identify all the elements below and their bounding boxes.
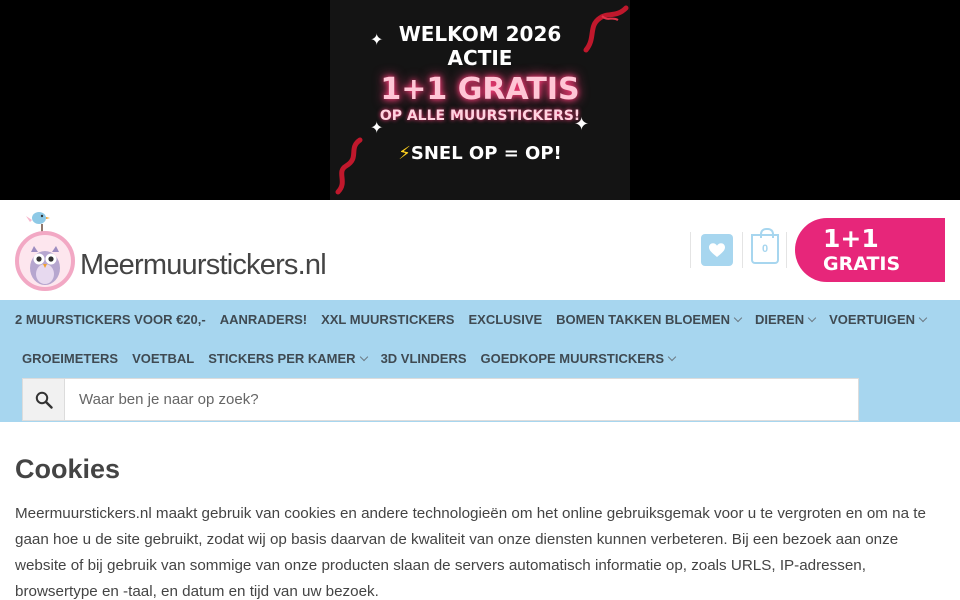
nav-item-voetbal[interactable]: VOETBAL	[132, 351, 194, 366]
top-promo-banner[interactable]: ✦ ✦ ✦ WELKOM 2026 ACTIE 1+1 GRATIS OP AL…	[0, 0, 960, 200]
nav-item-aanraders[interactable]: AANRADERS!	[220, 312, 307, 327]
promo-line-subtitle: OP ALLE MUURSTICKERS!	[379, 108, 581, 124]
page-title: Cookies	[15, 454, 121, 484]
search-icon	[35, 391, 53, 409]
logo-text: Meermuurstickers.nl	[80, 249, 327, 281]
nav-item-label: GROEIMETERS	[22, 351, 119, 366]
header-divider	[742, 232, 743, 268]
nav-item-label: STICKERS PER KAMER	[208, 351, 356, 366]
search-button[interactable]	[23, 379, 65, 420]
nav-item-label: 3D VLINDERS	[380, 351, 467, 366]
nav-item-exclusive[interactable]: EXCLUSIVE	[468, 312, 542, 327]
header-divider	[786, 232, 787, 268]
promo-badge-line2: GRATIS	[823, 253, 901, 275]
nav-item-dieren[interactable]: DIEREN	[754, 312, 817, 327]
nav-row-1: 2 MUURSTICKERS VOOR €20,- AANRADERS! XXL…	[15, 300, 940, 339]
promo-line-action: ACTIE	[447, 46, 513, 70]
nav-item-label: BOMEN TAKKEN BLOEMEN	[556, 312, 730, 327]
promo-badge-button[interactable]: 1+1 GRATIS	[795, 218, 945, 282]
promo-line-offer: 1+1 GRATIS	[380, 72, 580, 107]
nav-item-label: 2 MUURSTICKERS VOOR €20,-	[15, 312, 206, 327]
cart-count: 0	[761, 243, 769, 255]
nav-item-voertuigen[interactable]: VOERTUIGEN	[829, 312, 928, 327]
cookie-paragraph: Meermuurstickers.nl maakt gebruik van co…	[15, 505, 926, 600]
chevron-down-icon	[807, 313, 817, 322]
promo-line-welcome: WELKOM 2026	[398, 22, 562, 46]
owl-logo-icon	[15, 212, 75, 291]
nav-item-label: VOETBAL	[132, 351, 195, 366]
nav-item-groeimeters[interactable]: GROEIMETERS	[22, 351, 118, 366]
promo-urgency-text: SNEL OP = OP!	[410, 143, 562, 164]
nav-item-bomen[interactable]: BOMEN TAKKEN BLOEMEN	[556, 312, 743, 327]
search-input[interactable]	[65, 379, 858, 420]
nav-item-label: GOEDKOPE MUURSTICKERS	[480, 351, 664, 366]
chevron-down-icon	[733, 313, 743, 322]
chevron-down-icon	[918, 313, 928, 322]
wishlist-button[interactable]	[701, 234, 733, 266]
search-bar	[22, 378, 859, 421]
heart-icon	[709, 242, 725, 257]
chevron-down-icon	[359, 352, 368, 361]
nav-item-label: EXCLUSIVE	[468, 312, 543, 327]
nav-item-goedkope[interactable]: GOEDKOPE MUURSTICKERS	[480, 351, 677, 366]
nav-item-3d-vlinders[interactable]: 3D VLINDERS	[381, 351, 467, 366]
nav-item-label: VOERTUIGEN	[829, 312, 916, 327]
nav-item-label: AANRADERS!	[219, 312, 308, 327]
promo-image[interactable]: ✦ ✦ ✦ WELKOM 2026 ACTIE 1+1 GRATIS OP AL…	[330, 0, 630, 200]
main-navigation: 2 MUURSTICKERS VOOR €20,- AANRADERS! XXL…	[0, 300, 960, 422]
header-divider	[690, 232, 691, 268]
lightning-icon: ⚡	[398, 143, 411, 164]
nav-item-label: DIEREN	[754, 312, 805, 327]
cart-button[interactable]: 0	[751, 228, 779, 264]
nav-item-per-kamer[interactable]: STICKERS PER KAMER	[208, 351, 368, 366]
nav-item-label: XXL MUURSTICKERS	[321, 312, 455, 327]
chevron-down-icon	[667, 352, 677, 361]
promo-badge-line1: 1+1	[823, 224, 879, 253]
site-logo[interactable]: Meermuurstickers.nl	[14, 208, 327, 298]
nav-row-2: GROEIMETERS VOETBAL STICKERS PER KAMER 3…	[22, 339, 689, 378]
promo-line-urgency: ⚡SNEL OP = OP!	[330, 143, 630, 164]
nav-item-xxl[interactable]: XXL MUURSTICKERS	[321, 312, 454, 327]
nav-item-2-voor-20[interactable]: 2 MUURSTICKERS VOOR €20,-	[15, 312, 206, 327]
